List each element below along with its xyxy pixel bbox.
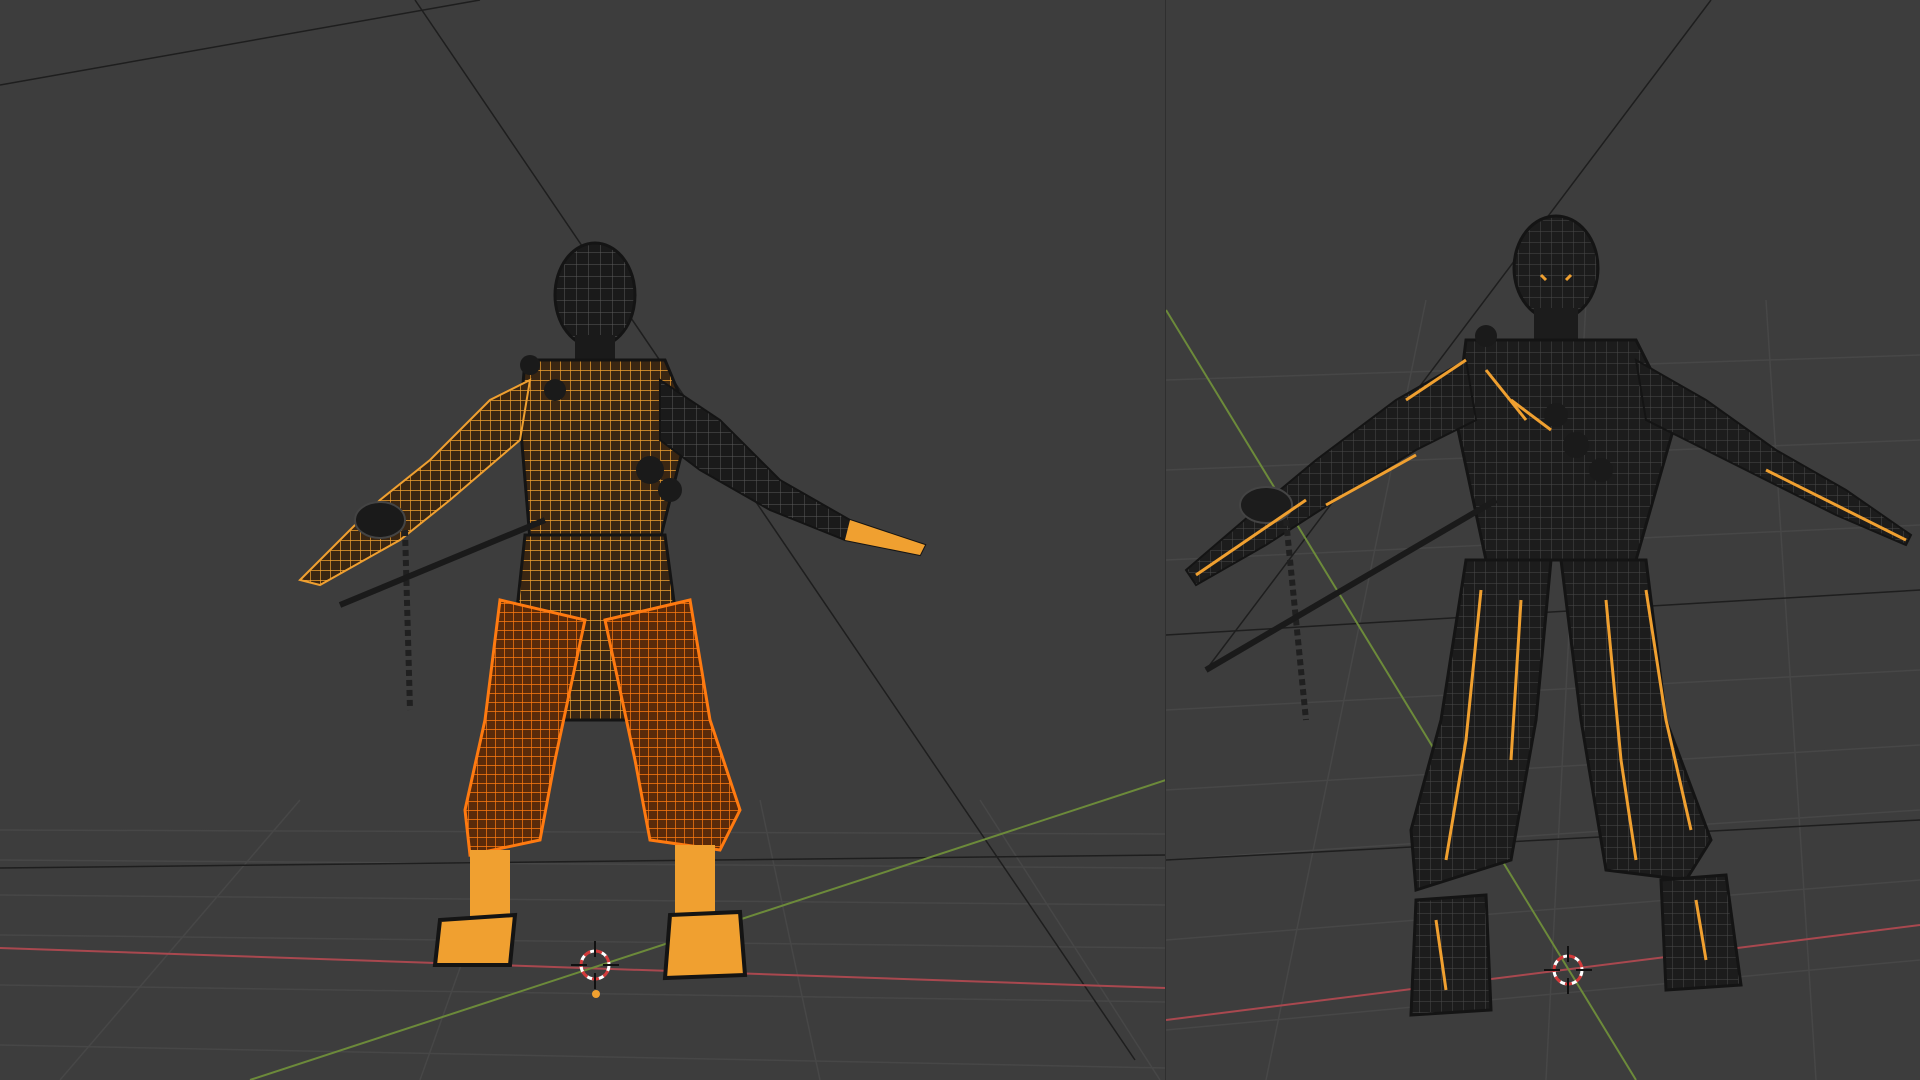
sandal-right-mesh[interactable]	[662, 909, 748, 981]
bracelet-mesh[interactable]	[1239, 486, 1293, 524]
arm-right-mesh[interactable]	[659, 378, 927, 557]
axis-x-line	[0, 947, 1166, 989]
head-mesh[interactable]	[553, 241, 637, 349]
bracelet-mesh[interactable]	[354, 501, 406, 539]
origin-point-icon	[592, 990, 600, 998]
chain-mesh[interactable]	[402, 529, 413, 711]
character-mesh-right[interactable]	[1184, 214, 1913, 1017]
arm-left-mesh[interactable]	[298, 378, 532, 587]
character-mesh-left[interactable]	[298, 241, 927, 981]
pants-mesh[interactable]	[463, 598, 587, 857]
boot-left-mesh[interactable]	[1409, 893, 1493, 1017]
arm-right-mesh[interactable]	[1634, 358, 1913, 547]
viewport-right-canvas[interactable]	[1166, 0, 1920, 1080]
viewport-left-canvas[interactable]	[0, 0, 1166, 1080]
3d-cursor-icon[interactable]	[571, 941, 619, 989]
head-mesh[interactable]	[1512, 214, 1600, 322]
viewport-left[interactable]	[0, 0, 1166, 1080]
sandal-left-mesh[interactable]	[432, 912, 518, 967]
floor-grid	[0, 799, 1166, 1080]
axis-x-line	[1166, 924, 1920, 1021]
blender-workspace	[0, 0, 1920, 1080]
viewport-right[interactable]	[1166, 0, 1920, 1080]
